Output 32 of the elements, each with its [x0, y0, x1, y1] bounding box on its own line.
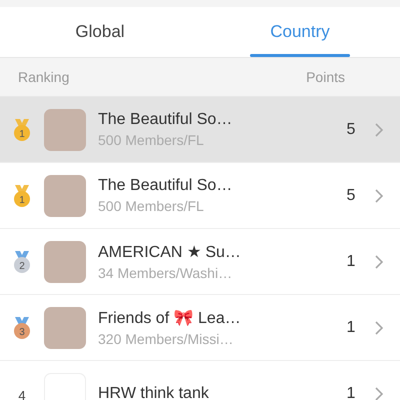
group-name: HRW think tank — [98, 384, 210, 400]
ranking-row[interactable]: 4 HRW think tank 1 — [0, 361, 400, 400]
chevron-right-icon — [374, 188, 384, 204]
chevron-right-icon — [374, 320, 384, 336]
avatar-photo-placeholder — [44, 240, 86, 282]
ranking-row[interactable]: 3 Friends of 🎀 Lea… 320 Members/Missi… 1 — [0, 295, 400, 361]
rank-number: 4 — [18, 388, 26, 400]
points-value: 1 — [346, 318, 356, 336]
group-name: The Beautiful So… — [98, 177, 234, 195]
avatar-photo-placeholder — [44, 108, 86, 150]
chevron-right-icon — [374, 254, 384, 270]
group-name: The Beautiful So… — [98, 111, 234, 129]
group-name: AMERICAN ★ Su… — [98, 243, 242, 262]
ranking-row[interactable]: 2 AMERICAN ★ Su… 34 Members/Washi… 1 — [0, 229, 400, 295]
tab[interactable]: Global — [0, 7, 200, 57]
points-value: 1 — [346, 384, 356, 400]
chevron-right-icon — [374, 122, 384, 138]
avatar-photo-placeholder — [44, 306, 86, 348]
points-value: 1 — [346, 252, 356, 270]
member-info: 500 Members/FL — [98, 132, 205, 148]
points-value: 5 — [346, 186, 356, 204]
member-info: 320 Members/Missi… — [98, 331, 234, 347]
avatar-photo-placeholder — [44, 174, 86, 216]
member-info: 500 Members/FL — [98, 198, 205, 214]
points-value: 5 — [346, 120, 356, 138]
chevron-right-icon — [374, 386, 384, 400]
ranking-row[interactable]: 1 The Beautiful So… 500 Members/FL 5 — [0, 163, 400, 229]
member-info: 34 Members/Washi… — [98, 265, 234, 281]
column-header: Points — [306, 69, 345, 85]
column-header: Ranking — [18, 69, 70, 85]
ranking-row[interactable]: 1 The Beautiful So… 500 Members/FL 5 — [0, 97, 400, 163]
group-name: Friends of 🎀 Lea… — [98, 309, 242, 328]
